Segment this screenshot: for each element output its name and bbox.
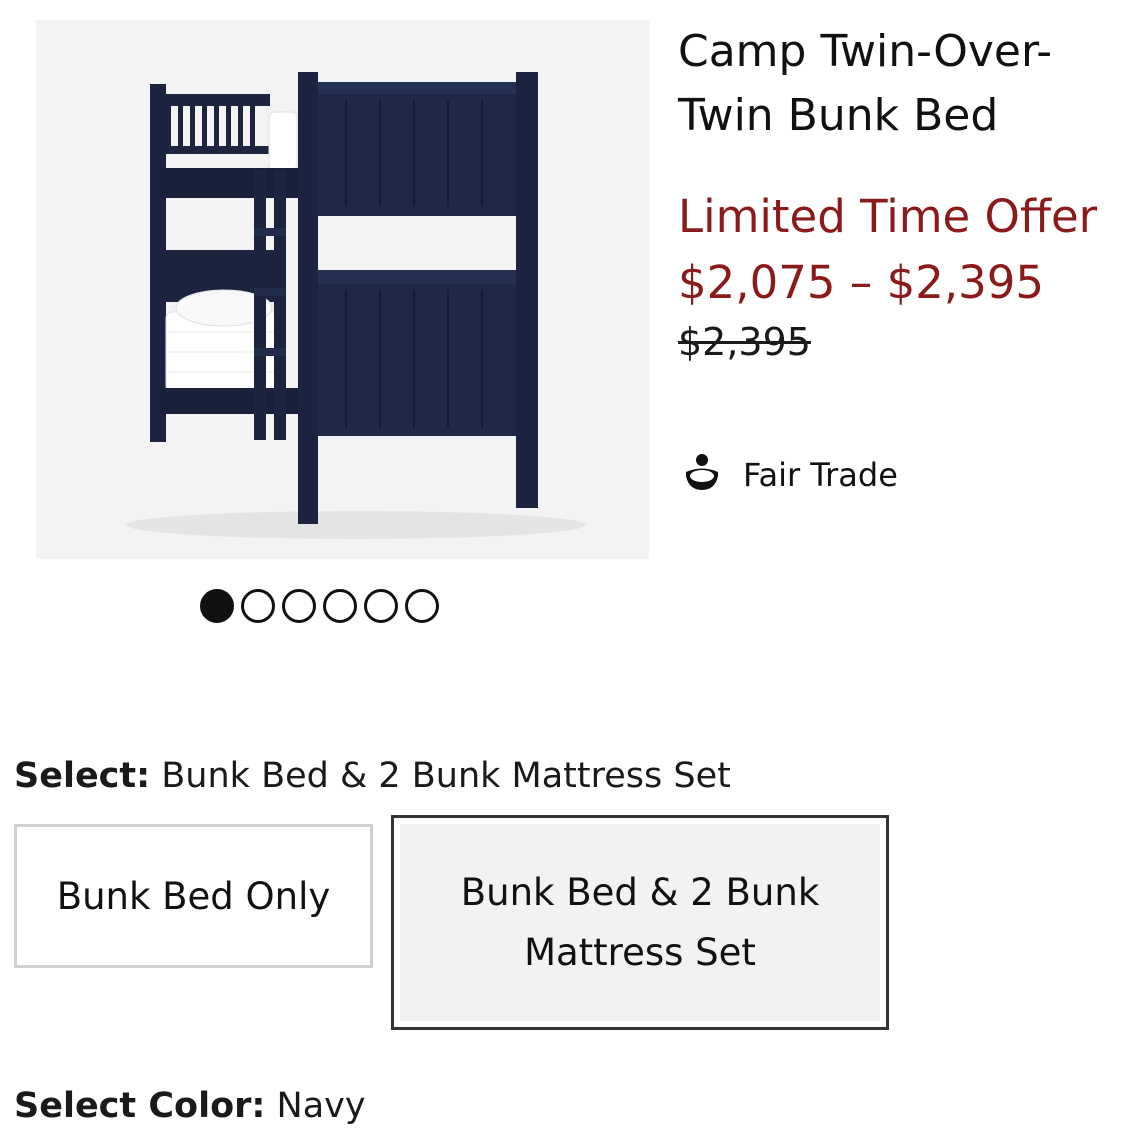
gallery-dot-3[interactable] — [282, 589, 316, 623]
product-title: Camp Twin-Over-Twin Bunk Bed — [678, 26, 1053, 141]
product-image[interactable] — [36, 20, 649, 559]
option-bunk-bed-only[interactable]: Bunk Bed Only — [14, 824, 373, 968]
gallery-dot-6[interactable] — [405, 589, 439, 623]
option-label: Bunk Bed & 2 Bunk Mattress Set — [460, 870, 820, 974]
selected-color-value: Navy — [276, 1086, 366, 1126]
selected-configuration-value: Bunk Bed & 2 Bunk Mattress Set — [161, 756, 731, 796]
gallery-dot-2[interactable] — [241, 589, 275, 623]
select-label: Select: — [14, 756, 151, 796]
original-price: $2,395 — [678, 320, 811, 364]
option-label: Bunk Bed Only — [56, 874, 331, 918]
sale-price-range: $2,075 – $2,395 — [678, 256, 1045, 309]
option-bunk-bed-mattress-set[interactable]: Bunk Bed & 2 Bunk Mattress Set — [391, 815, 889, 1030]
color-selection-label: Select Color: Navy — [14, 1086, 366, 1126]
fair-trade-badge[interactable]: Fair Trade — [683, 452, 898, 498]
gallery-dot-1[interactable] — [200, 589, 234, 623]
gallery-dot-5[interactable] — [364, 589, 398, 623]
gallery-pagination — [200, 589, 439, 623]
configuration-selection-label: Select: Bunk Bed & 2 Bunk Mattress Set — [14, 756, 731, 796]
fair-trade-label: Fair Trade — [743, 456, 898, 494]
limited-offer-label: Limited Time Offer — [678, 190, 1098, 243]
fair-trade-icon — [683, 452, 721, 498]
bunk-bed-illustration — [126, 72, 586, 539]
select-color-label: Select Color: — [14, 1086, 266, 1126]
gallery-dot-4[interactable] — [323, 589, 357, 623]
